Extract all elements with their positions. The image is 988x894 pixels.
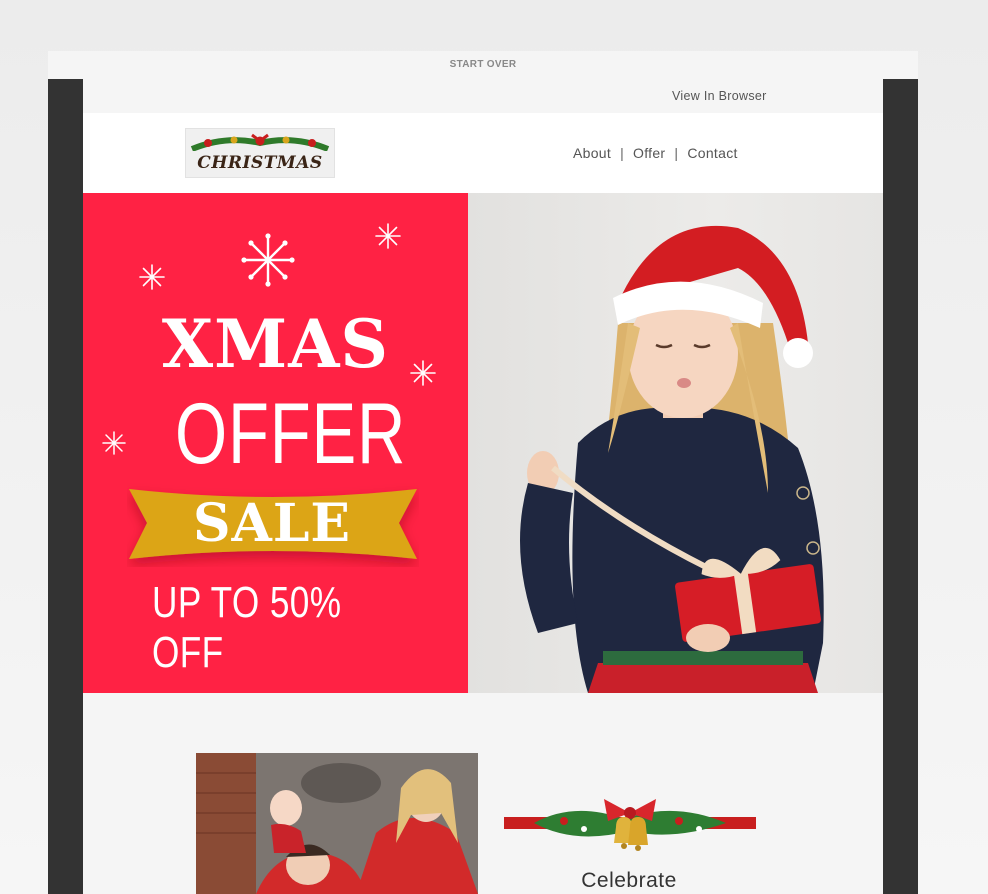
snowflake-icon	[375, 223, 401, 249]
preview-frame: START OVER View In Browser CHRISTMAS Abo…	[48, 51, 918, 894]
nav-separator: |	[620, 145, 625, 161]
email-wrapper: View In Browser CHRISTMAS About | Offer …	[48, 79, 918, 894]
family-photo[interactable]	[196, 753, 478, 894]
hero-photo-girl-with-gift[interactable]	[468, 193, 883, 693]
content-section: Celebrate	[83, 693, 883, 894]
christmas-logo[interactable]: CHRISTMAS	[185, 128, 335, 178]
nav-about[interactable]: About	[573, 145, 611, 161]
hero-offer-panel[interactable]: XMAS OFFER SALE UP TO 50% OFF	[83, 193, 468, 693]
nav-offer[interactable]: Offer	[633, 145, 665, 161]
girl-with-gift-illustration	[520, 225, 824, 693]
discount-text: UP TO 50% OFF	[152, 578, 342, 677]
family-illustration	[196, 753, 478, 894]
logo-text: CHRISTMAS	[197, 153, 323, 173]
hero-banner: XMAS OFFER SALE UP TO 50% OFF	[83, 193, 883, 693]
snowflake-icon	[102, 431, 126, 455]
logo-ornament-icon	[190, 133, 330, 151]
snowflake-icon	[139, 264, 165, 290]
christmas-bells-garland-icon	[504, 799, 756, 851]
snowflake-icon	[241, 233, 295, 287]
start-over-link[interactable]: START OVER	[450, 59, 517, 70]
preheader: View In Browser	[83, 79, 883, 113]
sale-text: SALE	[192, 493, 352, 554]
celebrate-heading: Celebrate	[581, 869, 677, 892]
headline-xmas: XMAS	[161, 305, 390, 383]
start-over-bar: START OVER	[48, 51, 918, 79]
headline-offer: OFFER	[175, 386, 407, 482]
email-body: View In Browser CHRISTMAS About | Offer …	[83, 79, 883, 894]
view-in-browser-link[interactable]: View In Browser	[672, 89, 767, 103]
email-header: CHRISTMAS About | Offer | Contact	[83, 113, 883, 193]
top-nav: About | Offer | Contact	[573, 145, 738, 161]
nav-contact[interactable]: Contact	[687, 145, 737, 161]
nav-separator: |	[674, 145, 679, 161]
